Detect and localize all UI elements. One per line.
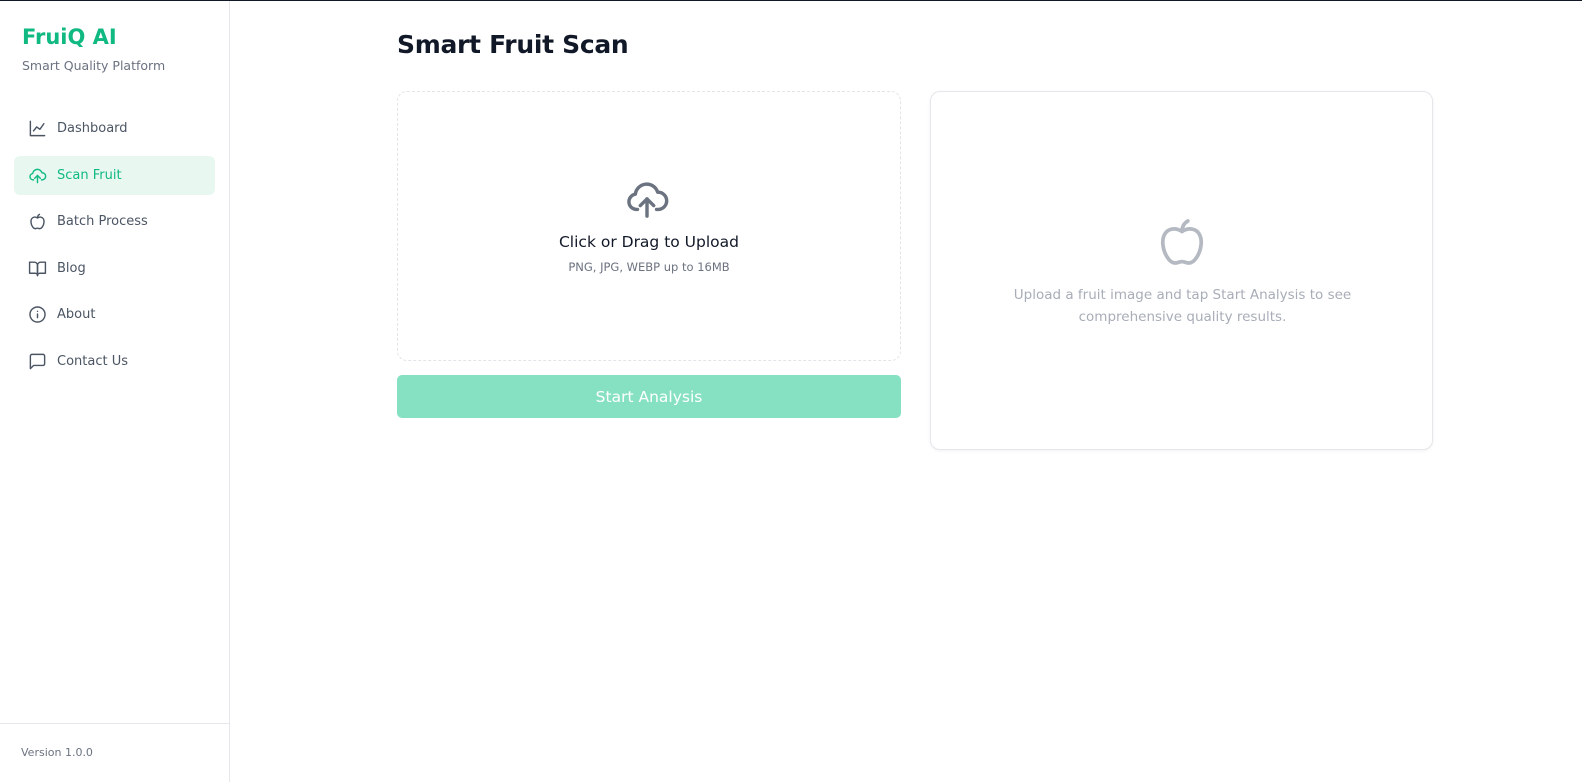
- sidebar-footer: Version 1.0.0: [0, 723, 229, 782]
- book-open-icon: [28, 260, 47, 276]
- sidebar-item-dashboard[interactable]: Dashboard: [14, 109, 215, 148]
- chart-line-icon: [29, 120, 46, 137]
- sidebar-item-label: Batch Process: [57, 214, 148, 229]
- upload-hint: PNG, JPG, WEBP up to 16MB: [568, 260, 730, 274]
- results-placeholder-text: Upload a fruit image and tap Start Analy…: [1013, 287, 1352, 325]
- top-border: [0, 0, 1582, 1]
- sidebar-item-blog[interactable]: Blog: [14, 249, 215, 288]
- sidebar-item-batch-process[interactable]: Batch Process: [14, 202, 215, 241]
- sidebar-nav: Dashboard Scan Fruit Batch Process Blog: [14, 109, 215, 388]
- sidebar-item-label: Blog: [57, 260, 86, 276]
- version-label: Version 1.0.0: [21, 746, 93, 759]
- sidebar-item-label: Scan Fruit: [57, 167, 122, 183]
- start-analysis-button[interactable]: Start Analysis: [397, 375, 901, 418]
- cloud-upload-icon: [29, 168, 47, 183]
- message-square-icon: [29, 353, 46, 369]
- apple-icon: [30, 213, 45, 230]
- cloud-upload-icon: [627, 182, 669, 218]
- sidebar-item-scan-fruit[interactable]: Scan Fruit: [14, 155, 215, 195]
- sidebar-item-label: Dashboard: [57, 121, 128, 136]
- results-panel: Upload a fruit image and tap Start Analy…: [930, 91, 1433, 450]
- upload-title: Click or Drag to Upload: [558, 233, 739, 251]
- brand: FruiQ AI Smart Quality Platform: [22, 25, 165, 74]
- brand-subtitle: Smart Quality Platform: [22, 58, 166, 73]
- info-icon: [29, 306, 46, 323]
- sidebar: FruiQ AI Smart Quality Platform Dashboar…: [0, 1, 230, 782]
- upload-dropzone[interactable]: Click or Drag to Upload PNG, JPG, WEBP u…: [397, 91, 901, 361]
- brand-title[interactable]: FruiQ AI: [22, 25, 165, 49]
- sidebar-item-label: Contact Us: [57, 353, 128, 369]
- apple-icon: [1160, 219, 1204, 265]
- sidebar-item-about[interactable]: About: [14, 295, 215, 334]
- sidebar-item-contact-us[interactable]: Contact Us: [14, 342, 215, 381]
- page-title: Smart Fruit Scan: [397, 30, 629, 59]
- sidebar-item-label: About: [57, 307, 96, 322]
